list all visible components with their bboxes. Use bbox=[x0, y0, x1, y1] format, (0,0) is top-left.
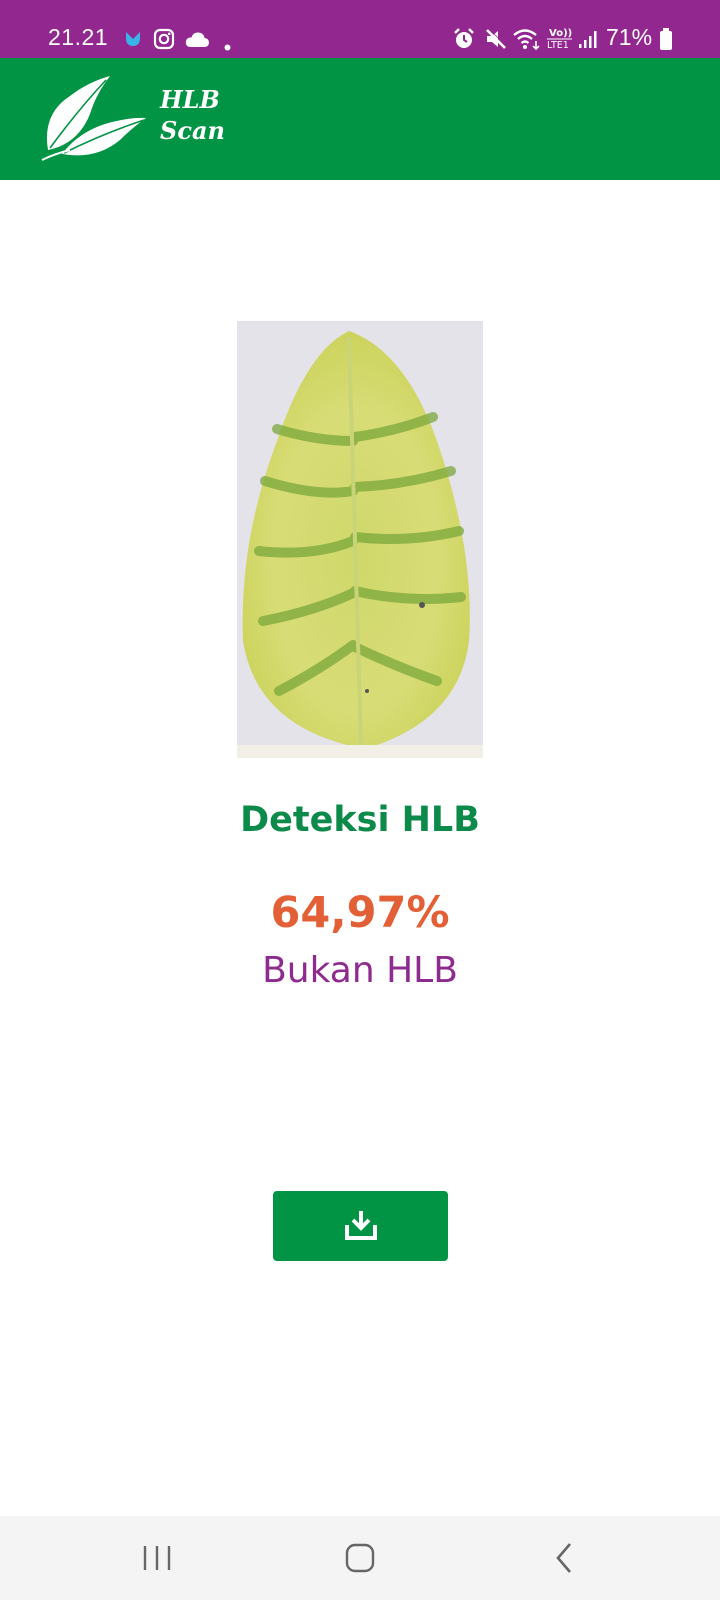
status-time: 21.21 bbox=[48, 24, 109, 50]
app-header: HLB Scan bbox=[0, 58, 720, 180]
navigation-bar bbox=[0, 1516, 720, 1600]
home-icon[interactable] bbox=[330, 1536, 390, 1580]
dot-icon bbox=[224, 36, 231, 55]
app-title: HLB Scan bbox=[160, 84, 225, 146]
app-notification-icon bbox=[124, 30, 142, 52]
app-title-line2: Scan bbox=[160, 116, 225, 145]
svg-text:Vo)): Vo)) bbox=[549, 28, 572, 39]
result-label: Bukan HLB bbox=[262, 950, 458, 991]
status-bar: 21.21 Vo)) LTE1 71% bbox=[0, 0, 720, 58]
mute-icon bbox=[484, 27, 508, 55]
cloud-icon bbox=[185, 31, 210, 52]
detection-title: Deteksi HLB bbox=[240, 800, 480, 840]
back-icon[interactable] bbox=[534, 1536, 594, 1580]
alarm-icon bbox=[452, 27, 476, 55]
recent-apps-icon[interactable] bbox=[127, 1536, 187, 1580]
signal-icon bbox=[578, 29, 598, 53]
download-button[interactable] bbox=[273, 1191, 448, 1261]
leaf-logo-icon bbox=[40, 74, 150, 164]
app-title-line1: HLB bbox=[160, 85, 220, 114]
battery-icon bbox=[659, 27, 673, 55]
scanned-leaf-image bbox=[237, 321, 483, 758]
wifi-icon bbox=[512, 27, 542, 55]
battery-percent: 71% bbox=[606, 24, 653, 50]
volte-lte-icon: Vo)) LTE1 bbox=[546, 26, 574, 56]
instagram-icon bbox=[153, 28, 175, 54]
result-confidence-percent: 64,97% bbox=[270, 888, 450, 938]
svg-text:LTE1: LTE1 bbox=[547, 40, 569, 51]
